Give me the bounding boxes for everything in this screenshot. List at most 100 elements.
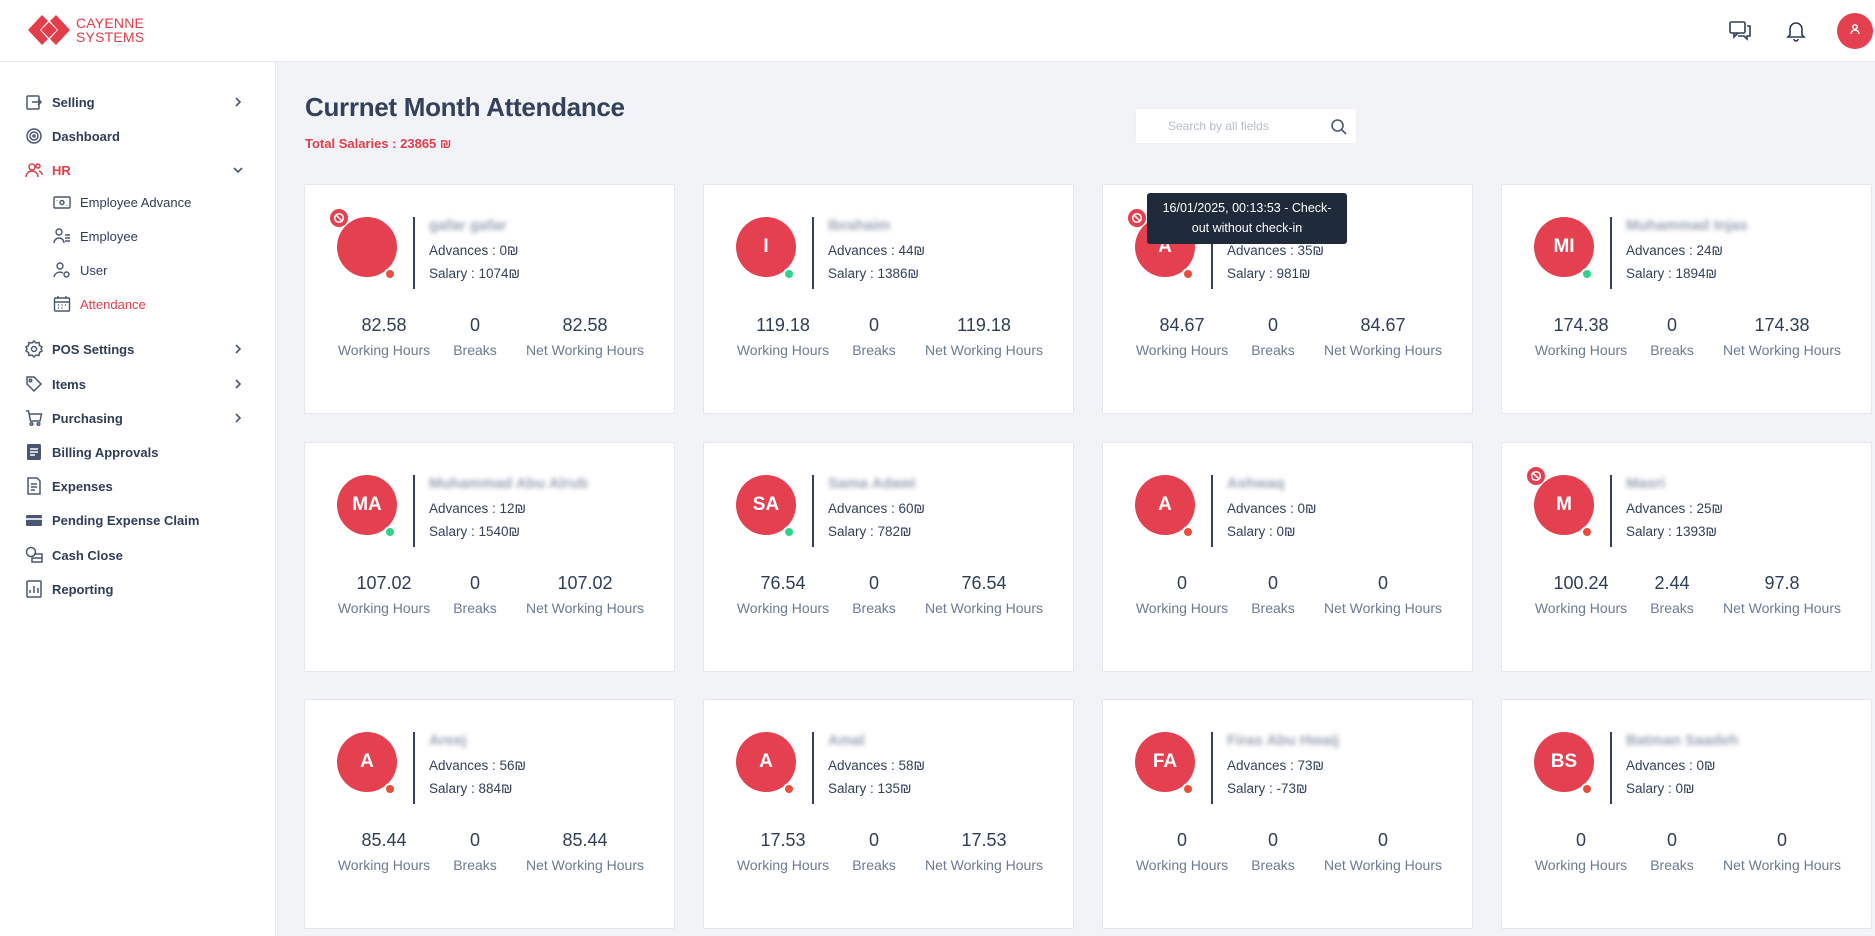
employee-advances: Advances : 0₪ <box>1626 758 1716 773</box>
chat-icon[interactable] <box>1727 18 1753 44</box>
net-working-hours-value: 0 <box>1776 830 1787 850</box>
sidebar-item-dashboard[interactable]: Dashboard <box>24 122 246 150</box>
sidebar-item-expenses[interactable]: Expenses <box>24 472 246 500</box>
chevron-right-icon[interactable] <box>230 410 246 426</box>
sidebar-item-attendance[interactable]: Attendance <box>52 291 252 317</box>
chevron-down-icon[interactable] <box>230 162 246 178</box>
employee-name: Muhammad Abu Alrub <box>429 475 588 492</box>
employee-advances: Advances : 56₪ <box>429 758 527 773</box>
sidebar-item-label: User <box>80 262 108 278</box>
divider <box>812 217 814 289</box>
sidebar-item-pending-expense-claim[interactable]: Pending Expense Claim <box>24 506 246 534</box>
ban-icon[interactable] <box>330 209 348 227</box>
breaks-stat: 0 Breaks <box>445 573 505 616</box>
sidebar-item-employee[interactable]: Employee <box>52 223 252 249</box>
sidebar-item-label: Dashboard <box>52 128 120 144</box>
working-hours-stat: 0 Working Hours <box>1121 573 1243 616</box>
employee-salary: Salary : 782₪ <box>828 524 912 539</box>
divider <box>413 217 415 289</box>
working-hours-value: 17.53 <box>760 830 806 850</box>
card-icon <box>24 510 44 530</box>
status-dot <box>1581 526 1593 538</box>
employee-name: Muhammad Injas <box>1626 217 1748 234</box>
employee-salary: Salary : 1393₪ <box>1626 524 1718 539</box>
sidebar-item-cash-close[interactable]: Cash Close <box>24 541 246 569</box>
employee-card[interactable]: MA Muhammad Abu Alrub Advances : 12₪ Sal… <box>304 442 675 672</box>
avatar-initials: A <box>1158 494 1172 515</box>
working-hours-label: Working Hours <box>337 342 431 358</box>
user-avatar[interactable] <box>1837 13 1873 49</box>
employee-card[interactable]: A Ashwaq Advances : 0₪ Salary : 0₪ 0 Wor… <box>1102 442 1473 672</box>
ban-icon[interactable] <box>1128 209 1146 227</box>
employee-name: Amal <box>828 732 865 749</box>
net-working-hours-value: 119.18 <box>957 315 1011 335</box>
breaks-label: Breaks <box>1650 857 1694 873</box>
employee-card[interactable]: BS Batman Saadeh Advances : 0₪ Salary : … <box>1501 699 1872 929</box>
page-title: Currnet Month Attendance <box>305 92 625 122</box>
breaks-label: Breaks <box>852 342 896 358</box>
net-working-hours-stat: 76.54 Net Working Hours <box>904 573 1064 616</box>
brand-name: CAYENNE SYSTEMS <box>76 16 144 44</box>
employee-card[interactable]: gafar gafar Advances : 0₪ Salary : 1074₪… <box>304 184 675 414</box>
employee-card[interactable]: A Amal Advances : 58₪ Salary : 135₪ 17.5… <box>703 699 1074 929</box>
status-dot <box>384 783 396 795</box>
bell-icon[interactable] <box>1783 18 1809 44</box>
employee-card[interactable]: M Masri Advances : 25₪ Salary : 1393₪ 10… <box>1501 442 1872 672</box>
employee-advances: Advances : 60₪ <box>828 501 926 516</box>
calendar-icon <box>52 294 72 314</box>
ban-icon[interactable] <box>1527 467 1545 485</box>
breaks-label: Breaks <box>453 857 497 873</box>
sidebar-item-pos-settings[interactable]: POS Settings <box>24 335 246 363</box>
sidebar-item-user[interactable]: User <box>52 257 252 283</box>
users-icon <box>24 160 44 180</box>
chevron-right-icon[interactable] <box>230 376 246 392</box>
divider <box>1211 732 1213 804</box>
sidebar-item-selling[interactable]: Selling <box>24 88 246 116</box>
breaks-stat: 0 Breaks <box>1243 830 1303 873</box>
avatar-initials: A <box>759 751 773 772</box>
working-hours-label: Working Hours <box>1135 342 1229 358</box>
working-hours-value: 85.44 <box>361 830 407 850</box>
sidebar-item-items[interactable]: Items <box>24 370 246 398</box>
net-working-hours-label: Net Working Hours <box>1722 342 1841 358</box>
cart-icon <box>24 408 44 428</box>
employee-advances: Advances : 0₪ <box>429 243 519 258</box>
search-icon[interactable] <box>1330 118 1348 136</box>
cash-icon <box>24 545 44 565</box>
status-dot <box>1581 268 1593 280</box>
employee-icon <box>52 226 72 246</box>
search-input[interactable] <box>1136 109 1326 143</box>
sidebar-item-label: Expenses <box>52 478 113 494</box>
sidebar-item-purchasing[interactable]: Purchasing <box>24 404 246 432</box>
net-working-hours-value: 85.44 <box>562 830 608 850</box>
working-hours-label: Working Hours <box>337 857 431 873</box>
employee-card[interactable]: A Areej Advances : 56₪ Salary : 884₪ 85.… <box>304 699 675 929</box>
net-working-hours-stat: 0 Net Working Hours <box>1303 830 1463 873</box>
net-working-hours-stat: 82.58 Net Working Hours <box>505 315 665 358</box>
sidebar-item-reporting[interactable]: Reporting <box>24 575 246 603</box>
breaks-value: 0 <box>1666 315 1677 335</box>
sidebar-item-billing-approvals[interactable]: Billing Approvals <box>24 438 246 466</box>
working-hours-value: 100.24 <box>1553 573 1609 593</box>
brand-logo[interactable]: CAYENNE SYSTEMS <box>26 13 144 47</box>
employee-card[interactable]: MI Muhammad Injas Advances : 24₪ Salary … <box>1501 184 1872 414</box>
avatar-initials: FA <box>1152 751 1178 772</box>
employee-name: Batman Saadeh <box>1626 732 1739 749</box>
breaks-stat: 0 Breaks <box>1243 315 1303 358</box>
sidebar-item-label: POS Settings <box>52 341 135 357</box>
employee-card[interactable]: I Ibrahaim Advances : 44₪ Salary : 1386₪… <box>703 184 1074 414</box>
avatar-initials: A <box>360 751 374 772</box>
employee-salary: Salary : 1540₪ <box>429 524 521 539</box>
sidebar: Selling Dashboard HR Employee Advance Em… <box>0 62 276 936</box>
breaks-label: Breaks <box>852 857 896 873</box>
sidebar-item-employee-advance[interactable]: Employee Advance <box>52 189 252 215</box>
net-working-hours-label: Net Working Hours <box>1722 857 1841 873</box>
sidebar-item-hr[interactable]: HR <box>24 156 246 184</box>
chevron-right-icon[interactable] <box>230 94 246 110</box>
chevron-right-icon[interactable] <box>230 341 246 357</box>
employee-card[interactable]: FA Firas Abu Hwaij Advances : 73₪ Salary… <box>1102 699 1473 929</box>
working-hours-value: 76.54 <box>760 573 806 593</box>
employee-advances: Advances : 44₪ <box>828 243 926 258</box>
employee-card[interactable]: SA Sama Adawi Advances : 60₪ Salary : 78… <box>703 442 1074 672</box>
breaks-stat: 0 Breaks <box>1642 315 1702 358</box>
